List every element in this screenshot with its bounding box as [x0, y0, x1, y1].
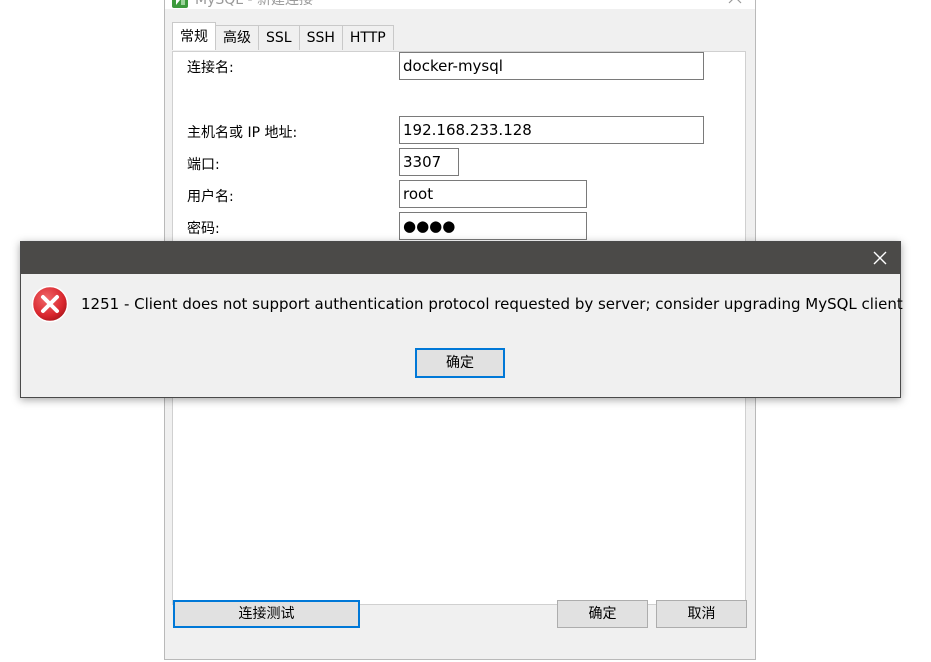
username-label: 用户名:: [187, 189, 234, 205]
close-icon[interactable]: [727, 0, 743, 5]
host-label: 主机名或 IP 地址:: [187, 125, 298, 141]
tab-ssl[interactable]: SSL: [258, 25, 300, 50]
error-dialog-titlebar: [21, 242, 900, 274]
error-message-text: 1251 - Client does not support authentic…: [81, 295, 903, 313]
connection-dialog-title: MySQL - 新建连接: [195, 0, 314, 8]
navicat-app-icon: [172, 0, 188, 8]
cancel-button[interactable]: 取消: [656, 600, 747, 628]
desktop: MySQL - 新建连接 常规 高级 SSL SSH HTTP 连接名: doc…: [0, 0, 931, 662]
close-icon[interactable]: [872, 250, 888, 266]
tab-general[interactable]: 常规: [172, 22, 216, 50]
username-input[interactable]: root: [399, 180, 587, 208]
test-connection-button[interactable]: 连接测试: [173, 600, 360, 628]
password-input[interactable]: ●●●●: [399, 212, 587, 240]
port-input[interactable]: 3307: [399, 148, 459, 176]
tab-advanced[interactable]: 高级: [215, 25, 259, 50]
error-ok-button[interactable]: 确定: [415, 348, 505, 378]
error-icon: [31, 285, 69, 323]
ok-button[interactable]: 确定: [557, 600, 648, 628]
tab-http[interactable]: HTTP: [341, 25, 394, 50]
connection-tabs: 常规 高级 SSL SSH HTTP: [172, 22, 394, 51]
connection-name-input[interactable]: docker-mysql: [399, 52, 704, 80]
connection-name-label: 连接名:: [187, 60, 234, 76]
tab-ssh[interactable]: SSH: [298, 25, 343, 50]
connection-dialog-titlebar: MySQL - 新建连接: [165, 0, 755, 9]
host-input[interactable]: 192.168.233.128: [399, 116, 704, 144]
port-label: 端口:: [187, 157, 220, 173]
error-message-dialog: 1251 - Client does not support authentic…: [20, 241, 903, 398]
password-label: 密码:: [187, 221, 220, 237]
